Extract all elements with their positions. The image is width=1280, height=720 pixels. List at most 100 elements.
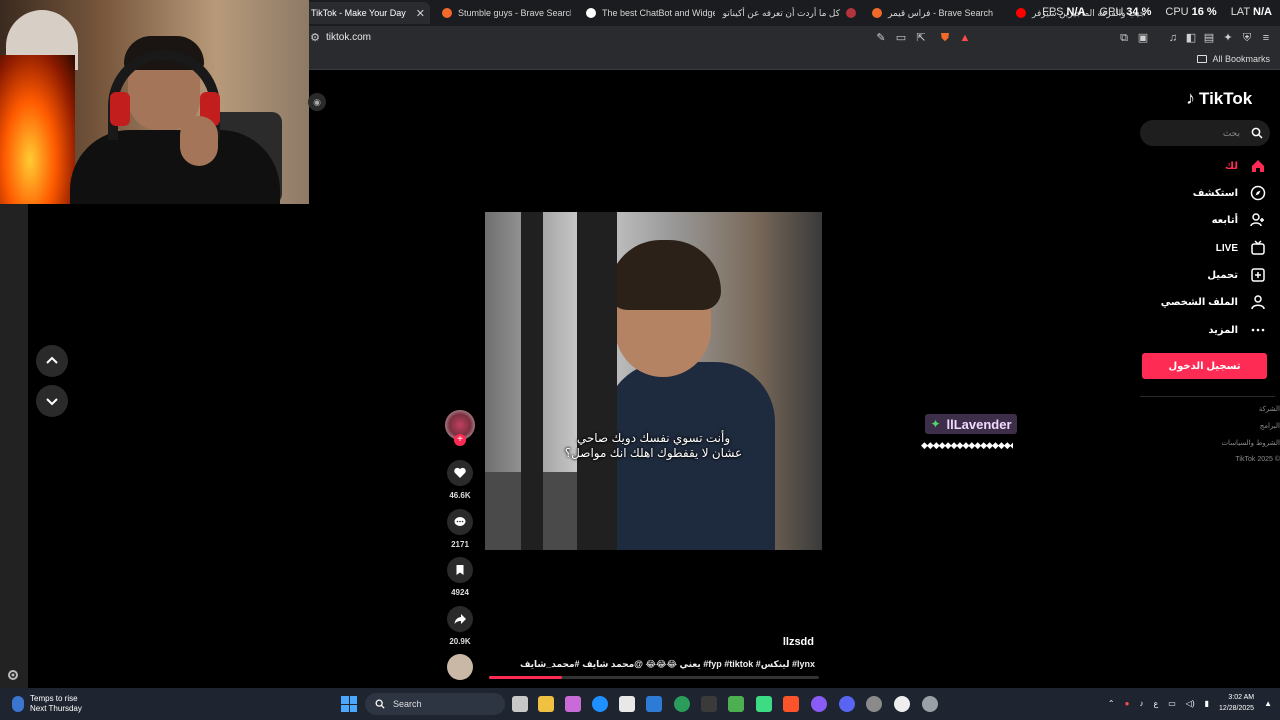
nav-upload[interactable]: تحميل <box>1207 267 1266 283</box>
nav-for-you[interactable]: لك <box>1225 158 1266 174</box>
steam-icon[interactable] <box>894 696 910 712</box>
tab-chatbot[interactable]: The best ChatBot and Widgets fo <box>580 2 715 24</box>
previous-video-button[interactable] <box>36 345 68 377</box>
obs-icon[interactable] <box>811 696 827 712</box>
live-icon <box>1251 240 1265 255</box>
more-icon <box>1251 328 1265 332</box>
save-count: 4924 <box>451 588 469 597</box>
wallet-icon[interactable]: ▣ <box>1136 31 1150 45</box>
task-view-icon[interactable] <box>512 696 528 712</box>
clock[interactable]: 3:02 AM 12/28/2025 <box>1219 692 1254 714</box>
compass-icon <box>1250 185 1266 201</box>
nav-more[interactable]: المزيد <box>1208 322 1266 338</box>
all-bookmarks-label: All Bookmarks <box>1212 54 1270 64</box>
tray-app-icon[interactable]: ● <box>1125 699 1130 708</box>
sidebar-toggle-icon[interactable]: ◧ <box>1184 31 1198 45</box>
footer-company-link[interactable]: الشركة <box>1259 405 1280 413</box>
site-settings-icon[interactable]: ⚙ <box>308 31 322 45</box>
wallet2-icon[interactable]: ▤ <box>1202 31 1216 45</box>
nav-live[interactable]: LIVE <box>1216 240 1266 256</box>
volume-icon[interactable]: ◁) <box>1186 699 1195 708</box>
battery-icon[interactable]: ▮ <box>1205 699 1209 708</box>
mail-icon[interactable] <box>646 696 662 712</box>
fps-label: FPS <box>1042 6 1064 18</box>
taskbar-search-label: Search <box>393 699 422 709</box>
search-icon[interactable] <box>1251 127 1263 139</box>
brave-icon[interactable] <box>783 696 799 712</box>
music-disc-avatar[interactable] <box>447 654 473 680</box>
login-button[interactable]: تسجيل الدخول <box>1142 353 1267 379</box>
settings-app-icon[interactable] <box>922 696 938 712</box>
share-button[interactable] <box>447 606 473 632</box>
like-button[interactable] <box>447 460 473 486</box>
share-action[interactable]: 20.9K <box>445 606 475 646</box>
discord-icon[interactable] <box>839 696 855 712</box>
url-field[interactable]: tiktok.com <box>326 32 371 43</box>
cast-icon[interactable]: ▭ <box>894 31 908 45</box>
video-author[interactable]: llzsdd <box>700 636 814 648</box>
leo-ai-icon[interactable]: ✦ <box>1221 31 1235 45</box>
translate-icon[interactable]: ✎ <box>874 31 888 45</box>
file-explorer-icon[interactable] <box>538 696 554 712</box>
footer-terms-link[interactable]: الشروط والسياسات <box>1221 439 1280 447</box>
system-tray: ⌃ ● ♪ ع ▭ ◁) ▮ 3:02 AM 12/28/2025 ▲ <box>1108 692 1272 714</box>
tab-firas[interactable]: فراس قيمر - Brave Search <box>866 2 1006 24</box>
like-action[interactable]: 46.6K <box>445 460 475 500</box>
extensions-icon[interactable]: ⧉ <box>1117 31 1131 45</box>
nav-label: لك <box>1224 160 1238 172</box>
nav-label: أتابعه <box>1211 214 1238 226</box>
follow-plus-icon[interactable]: + <box>454 434 466 446</box>
brave-shields-icon[interactable]: ⛊ <box>938 31 952 45</box>
save-action[interactable]: 4924 <box>445 557 475 597</box>
whatsapp-icon[interactable] <box>674 696 690 712</box>
vpn-icon[interactable]: ⛨ <box>1240 31 1254 45</box>
gpu-label: GPU <box>1099 6 1124 18</box>
windows-start-icon[interactable] <box>341 696 357 712</box>
notification-bell-icon[interactable]: ▲ <box>1264 699 1272 708</box>
nav-following[interactable]: أتابعه <box>1212 212 1266 228</box>
brave-search-icon <box>872 8 882 18</box>
tab-title: The best ChatBot and Widgets fo <box>602 8 715 18</box>
terminal-icon[interactable] <box>701 696 717 712</box>
brave-rewards-icon[interactable]: ▲ <box>958 31 972 45</box>
minecraft-icon[interactable] <box>728 696 744 712</box>
taskbar-search[interactable]: Search <box>365 693 505 715</box>
tab-title: Stumble guys - Brave Search <box>458 8 571 18</box>
fireplace <box>0 55 75 204</box>
play-icon[interactable] <box>756 696 772 712</box>
video-progress-bar[interactable] <box>489 676 819 679</box>
tab-akinator[interactable]: كل ما أردت أن تعرفه عن أكيناتور <box>722 2 862 24</box>
nav-explore[interactable]: استكشف <box>1193 185 1266 201</box>
footer-copyright: TikTok 2025 © <box>1235 456 1280 463</box>
tiktok-logo[interactable]: ♪ TikTok <box>1186 88 1252 109</box>
comment-icon <box>454 517 466 526</box>
clock-time: 3:02 AM <box>1228 694 1255 701</box>
chrome-icon[interactable] <box>866 696 882 712</box>
video-player[interactable]: وأنت تسوي نفسك دويك صاحي عشان لا يقفطوك … <box>485 212 822 550</box>
store-icon[interactable] <box>619 696 635 712</box>
viewer-name-tag: ✦ llLavender <box>925 414 1017 434</box>
menu-icon[interactable]: ≡ <box>1259 31 1273 45</box>
nav-profile[interactable]: الملف الشخصي <box>1161 294 1266 310</box>
photos-icon[interactable] <box>565 696 581 712</box>
microphone-icon[interactable]: ♪ <box>1139 699 1143 708</box>
comment-action[interactable]: 2171 <box>445 509 475 549</box>
language-indicator[interactable]: ع <box>1153 699 1158 708</box>
weather-widget[interactable]: Temps to rise Next Thursday <box>12 694 82 714</box>
edge-icon[interactable] <box>592 696 608 712</box>
close-tab-icon[interactable]: ✕ <box>416 7 425 20</box>
tab-tiktok[interactable]: TikTok - Make Your Day ✕ <box>305 2 430 24</box>
settings-gear-icon[interactable] <box>6 668 20 682</box>
share-arrow-icon <box>454 614 466 624</box>
tray-chevron-up-icon[interactable]: ⌃ <box>1108 699 1115 708</box>
footer-programs-link[interactable]: البرامج <box>1260 422 1280 430</box>
compass-small-icon[interactable]: ◉ <box>308 93 326 111</box>
tab-stumble-guys[interactable]: Stumble guys - Brave Search <box>436 2 571 24</box>
network-icon[interactable]: ▭ <box>1168 699 1176 708</box>
media-icon[interactable]: ♫ <box>1166 31 1180 45</box>
all-bookmarks-button[interactable]: All Bookmarks <box>1197 54 1270 64</box>
comment-button[interactable] <box>447 509 473 535</box>
next-video-button[interactable] <box>36 385 68 417</box>
save-button[interactable] <box>447 557 473 583</box>
share-icon[interactable]: ⇱ <box>914 31 928 45</box>
